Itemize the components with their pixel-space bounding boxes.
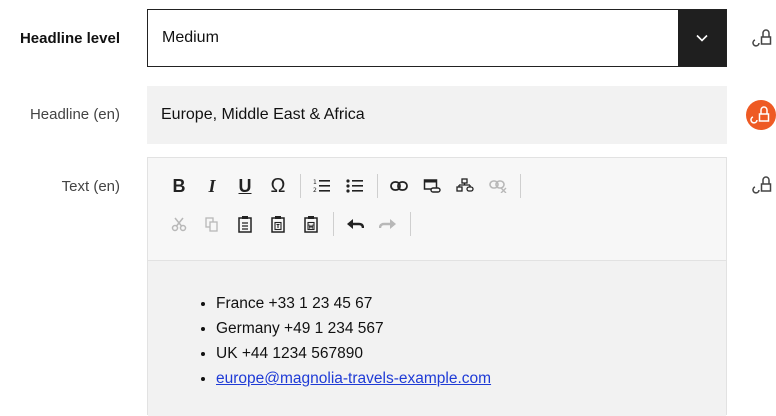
- paste-button[interactable]: [232, 211, 258, 237]
- copy-icon: [205, 217, 218, 232]
- chevron-down-icon: [696, 34, 708, 42]
- list-item: UK +44 1234 567890: [216, 341, 726, 366]
- language-lock-button[interactable]: [750, 25, 776, 51]
- list-item: europe@magnolia-travels-example.com: [216, 366, 726, 391]
- toolbar-separator: [300, 174, 301, 198]
- editor-toolbar: B I U Ω 1 2: [148, 158, 726, 261]
- paste-word-icon: [304, 216, 318, 233]
- headline-label: Headline (en): [29, 106, 120, 123]
- toolbar-separator: [377, 174, 378, 198]
- numbered-list-button[interactable]: 1 2: [309, 173, 335, 199]
- asset-link-button[interactable]: [452, 173, 478, 199]
- italic-button[interactable]: I: [199, 173, 225, 199]
- language-lock-icon: [752, 29, 772, 47]
- toolbar-separator: [333, 212, 334, 236]
- svg-text:2: 2: [313, 187, 317, 194]
- list-item: Germany +49 1 234 567: [216, 316, 726, 341]
- toolbar-separator: [520, 174, 521, 198]
- link-button[interactable]: [386, 173, 412, 199]
- dropdown-toggle-button[interactable]: [678, 10, 726, 66]
- scissors-icon: [171, 217, 187, 232]
- contact-list: France +33 1 23 45 67 Germany +49 1 234 …: [148, 291, 726, 391]
- unlink-icon: [489, 180, 507, 193]
- svg-text:1: 1: [313, 179, 317, 186]
- numbered-list-icon: 1 2: [313, 179, 330, 194]
- editor-content[interactable]: France +33 1 23 45 67 Germany +49 1 234 …: [148, 261, 726, 416]
- rich-text-editor: B I U Ω 1 2 • France +33 1 23 45 67 • Ge…: [147, 157, 727, 416]
- clipboard-icon: [238, 216, 252, 233]
- headline-level-value: Medium: [162, 29, 219, 46]
- bulleted-list-button[interactable]: [342, 173, 368, 199]
- email-link[interactable]: europe@magnolia-travels-example.com: [216, 370, 491, 387]
- language-lock-icon: [750, 106, 770, 124]
- language-lock-button-active[interactable]: [746, 100, 776, 130]
- tree-link-icon: [456, 178, 474, 192]
- headline-input[interactable]: Europe, Middle East & Africa: [147, 86, 727, 144]
- toolbar-separator: [410, 212, 411, 236]
- link-icon: [390, 181, 408, 191]
- underline-button[interactable]: U: [232, 173, 258, 199]
- special-character-button[interactable]: Ω: [265, 173, 291, 199]
- headline-level-select[interactable]: Medium: [147, 9, 727, 67]
- undo-icon: [347, 219, 364, 229]
- paste-text-button[interactable]: [265, 211, 291, 237]
- text-label: Text (en): [61, 178, 120, 195]
- internal-link-button[interactable]: [419, 173, 445, 199]
- unlink-button[interactable]: [485, 173, 511, 199]
- list-item: France +33 1 23 45 67: [216, 291, 726, 316]
- paste-word-button[interactable]: [298, 211, 324, 237]
- redo-icon: [379, 219, 396, 229]
- undo-button[interactable]: [342, 211, 368, 237]
- bold-button[interactable]: B: [166, 173, 192, 199]
- paste-text-icon: [271, 216, 285, 233]
- language-lock-button[interactable]: [750, 172, 776, 198]
- cut-button[interactable]: [166, 211, 192, 237]
- bulleted-list-icon: [346, 179, 363, 193]
- language-lock-icon: [752, 176, 772, 194]
- headline-level-label: Headline level: [19, 30, 120, 47]
- redo-button[interactable]: [375, 211, 401, 237]
- page-link-icon: [423, 179, 441, 193]
- copy-button[interactable]: [199, 211, 225, 237]
